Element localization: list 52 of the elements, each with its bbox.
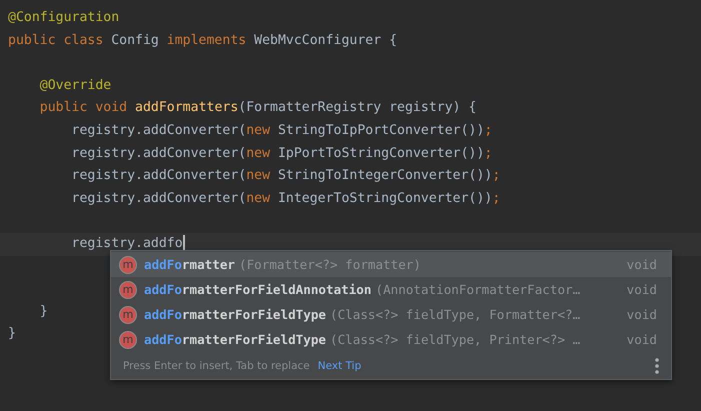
code-token: IpPortToStringConverter()) bbox=[278, 146, 484, 161]
method-params: (Class<?> fieldType, Printer<?> … bbox=[330, 332, 582, 347]
code-token: (FormatterRegistry registry) { bbox=[238, 100, 476, 116]
code-token: public void bbox=[40, 100, 128, 116]
code-token: implements bbox=[166, 32, 248, 48]
method-params: (AnnotationFormatterFactor… bbox=[375, 282, 582, 297]
text-cursor bbox=[182, 234, 185, 252]
code-token: new bbox=[246, 146, 272, 161]
method-icon: m bbox=[119, 280, 137, 298]
code-token: IntegerToStringConverter()) bbox=[278, 190, 492, 206]
method-params: (Class<?> fieldType, Formatter<?… bbox=[330, 307, 582, 322]
method-name: addFormatterForFieldType bbox=[144, 332, 326, 347]
code-token: registry.addConverter( bbox=[72, 122, 246, 138]
code-token: registry.addConverter( bbox=[72, 190, 246, 206]
return-type: void bbox=[626, 332, 657, 347]
code-token: StringToIpPortConverter()) bbox=[278, 122, 484, 138]
code-token: @Configuration bbox=[8, 10, 120, 25]
method-icon: m bbox=[119, 306, 137, 324]
code-token: registry.addConverter( bbox=[72, 168, 246, 184]
code-token: registry.addConverter( bbox=[72, 146, 246, 161]
method-name: addFormatter bbox=[144, 257, 235, 272]
code-token: StringToIntegerConverter()) bbox=[278, 168, 492, 184]
completion-item[interactable]: m addFormatterForFieldType (Class<?> fieldType, Printer<?> … void bbox=[111, 327, 671, 352]
more-options-icon[interactable] bbox=[655, 358, 659, 374]
code-token: ; bbox=[484, 122, 492, 138]
code-token: WebMvcConfigurer { bbox=[254, 32, 398, 48]
hint-text: Press Enter to insert, Tab to replace bbox=[123, 360, 310, 372]
code-token: @Override bbox=[40, 78, 112, 93]
completion-item[interactable]: m addFormatterForFieldAnnotation (AnnotationFormatterFactor… void bbox=[111, 277, 671, 302]
method-icon: m bbox=[119, 256, 137, 274]
code-token: ; bbox=[492, 190, 500, 206]
completion-item[interactable]: m addFormatterForFieldType (Class<?> fieldType, Formatter<?… void bbox=[111, 302, 671, 327]
code-token: ; bbox=[492, 168, 500, 184]
method-params: (Formatter<?> formatter) bbox=[239, 257, 422, 272]
code-token: registry.addfo bbox=[72, 236, 183, 251]
method-icon: m bbox=[119, 330, 137, 348]
return-type: void bbox=[626, 257, 657, 272]
code-token: } bbox=[8, 326, 16, 342]
next-tip-link[interactable]: Next Tip bbox=[318, 360, 362, 372]
code-token: new bbox=[246, 168, 272, 184]
code-token: } bbox=[40, 304, 48, 319]
code-token: ; bbox=[484, 146, 492, 161]
method-name: addFormatterForFieldAnnotation bbox=[144, 282, 372, 297]
method-name: addFormatterForFieldType bbox=[144, 307, 326, 322]
code-token: public class bbox=[8, 32, 104, 48]
return-type: void bbox=[626, 307, 657, 322]
return-type: void bbox=[626, 282, 657, 297]
code-token: Config bbox=[111, 32, 160, 48]
code-token: new bbox=[246, 122, 272, 138]
code-token: addFormatters bbox=[135, 100, 238, 116]
completion-item[interactable]: m addFormatter (Formatter<?> formatter) void bbox=[111, 252, 671, 277]
code-token: new bbox=[246, 190, 272, 206]
